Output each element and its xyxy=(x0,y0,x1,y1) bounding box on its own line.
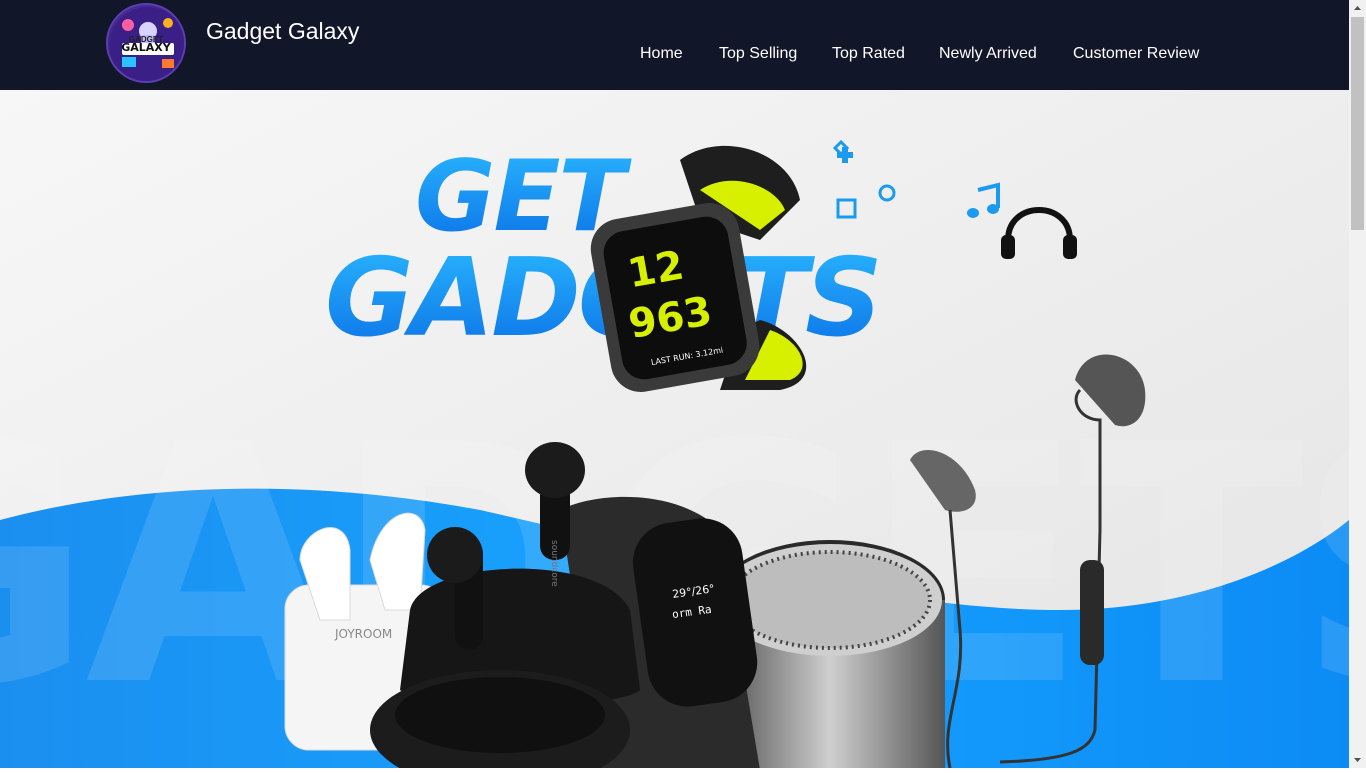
site-logo[interactable]: GADGET GALAXY xyxy=(106,3,186,83)
site-title[interactable]: Gadget Galaxy xyxy=(206,18,359,45)
site-header: GADGET GALAXY Gadget Galaxy Home Top Sel… xyxy=(0,0,1349,90)
earbuds-case-brand: JOYROOM xyxy=(334,627,392,641)
nav-top-selling[interactable]: Top Selling xyxy=(719,45,797,63)
nav-home[interactable]: Home xyxy=(640,45,683,63)
watch-time-top: 12 xyxy=(624,242,687,297)
earbud-brand: soundcore xyxy=(549,540,559,587)
logo-text-main: GALAXY xyxy=(121,41,171,54)
scroll-thumb[interactable] xyxy=(1351,17,1364,230)
scroll-up-arrow-icon[interactable] xyxy=(1349,0,1366,17)
hero-graphic: GADGETS GET GADGETS xyxy=(0,90,1349,768)
nav-customer-review[interactable]: Customer Review xyxy=(1073,45,1199,63)
nav-top-rated[interactable]: Top Rated xyxy=(832,45,905,63)
hero-banner: GADGETS GET GADGETS xyxy=(0,90,1349,768)
nav-newly-arrived[interactable]: Newly Arrived xyxy=(939,45,1037,63)
scroll-down-arrow-icon[interactable] xyxy=(1349,751,1366,768)
vertical-scrollbar[interactable] xyxy=(1349,0,1366,768)
